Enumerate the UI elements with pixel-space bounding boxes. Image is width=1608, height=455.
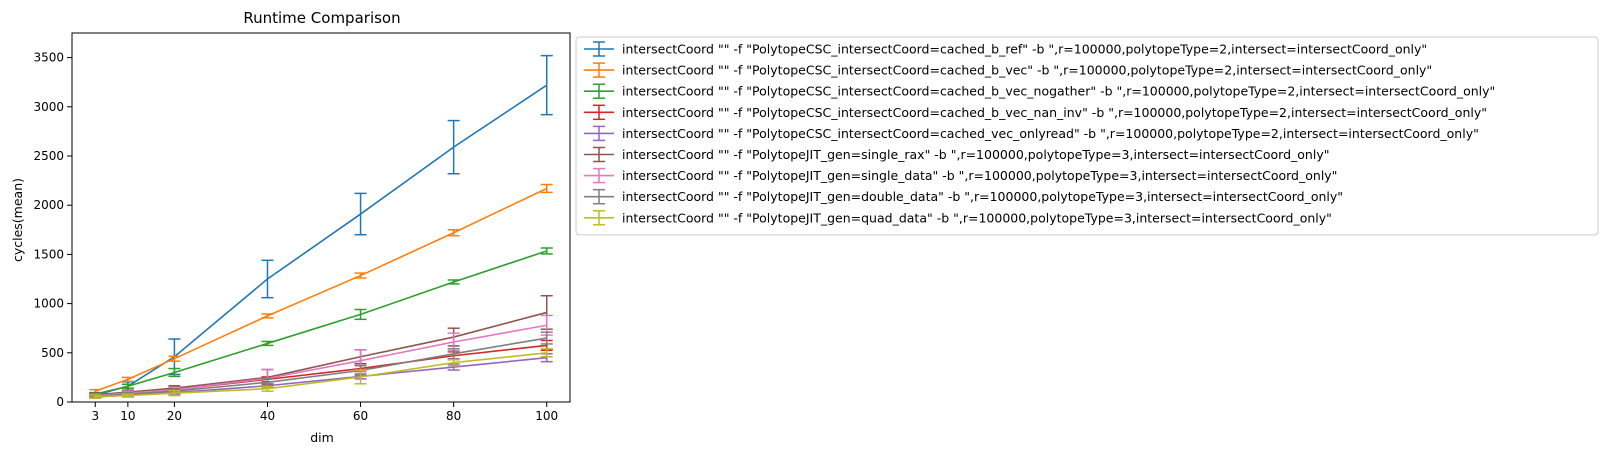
y-tick-label-5: 2500 [33,149,64,163]
plot-area [71,32,571,403]
series-6 [89,314,553,398]
legend-entry-2: intersectCoord "" -f "PolytopeCSC_inters… [584,83,1495,99]
legend-entry-1: intersectCoord "" -f "PolytopeCSC_inters… [584,62,1432,78]
series-line-1 [94,187,548,392]
legend-entry-6: intersectCoord "" -f "PolytopeJIT_gen=si… [584,167,1337,184]
x-axis-label: dim [310,430,334,445]
runtime-comparison-chart: Runtime Comparison 3 10 20 40 60 80 100 0 500 10… [10,9,1599,445]
x-tick-label-3: 40 [260,409,275,423]
series-0 [89,54,553,398]
legend-label-5: intersectCoord "" -f "PolytopeJIT_gen=si… [622,147,1329,162]
chart-title: Runtime Comparison [243,9,400,27]
y-tick-label-2: 1000 [33,297,64,311]
legend-label-6: intersectCoord "" -f "PolytopeJIT_gen=si… [622,168,1337,183]
y-axis: 0 500 1000 1500 2000 2500 3000 3500 [33,51,72,409]
x-axis: 3 10 20 40 60 80 100 [91,402,558,423]
x-tick-label-0: 3 [91,409,99,423]
legend-label-1: intersectCoord "" -f "PolytopeCSC_inters… [622,63,1432,78]
x-tick-label-6: 100 [535,409,558,423]
legend-label-3: intersectCoord "" -f "PolytopeCSC_inters… [622,105,1487,120]
legend-entry-5: intersectCoord "" -f "PolytopeJIT_gen=si… [584,146,1329,163]
y-tick-label-3: 1500 [33,247,64,261]
legend-label-7: intersectCoord "" -f "PolytopeJIT_gen=do… [622,189,1343,204]
series-line-3 [95,344,547,396]
x-tick-label-4: 60 [353,409,368,423]
legend-entry-3: intersectCoord "" -f "PolytopeCSC_inters… [584,104,1487,121]
x-tick-label-1: 10 [120,409,135,423]
y-tick-label-0: 0 [56,395,64,409]
legend-entry-0: intersectCoord "" -f "PolytopeCSC_inters… [584,41,1427,57]
series-1 [89,183,553,394]
y-tick-label-6: 3000 [33,100,64,114]
y-axis-label: cycles(mean) [10,178,25,262]
legend-label-4: intersectCoord "" -f "PolytopeCSC_inters… [622,126,1479,141]
legend-entry-4: intersectCoord "" -f "PolytopeCSC_inters… [584,125,1479,142]
series-line-0 [95,84,548,396]
legend: intersectCoord "" -f "PolytopeCSC_inters… [575,36,1599,236]
legend-entry-7: intersectCoord "" -f "PolytopeJIT_gen=do… [584,188,1343,205]
legend-label-8: intersectCoord "" -f "PolytopeJIT_gen=qu… [622,210,1332,225]
legend-label-2: intersectCoord "" -f "PolytopeCSC_inters… [622,84,1495,99]
legend-entry-8: intersectCoord "" -f "PolytopeJIT_gen=qu… [584,210,1332,226]
series-line-7 [95,337,547,397]
y-tick-label-4: 2000 [33,198,64,212]
y-tick-label-7: 3500 [33,51,64,65]
y-tick-label-1: 500 [41,346,64,360]
x-tick-label-2: 20 [167,409,182,423]
legend-label-0: intersectCoord "" -f "PolytopeCSC_inters… [622,42,1427,57]
x-tick-label-5: 80 [446,409,461,423]
